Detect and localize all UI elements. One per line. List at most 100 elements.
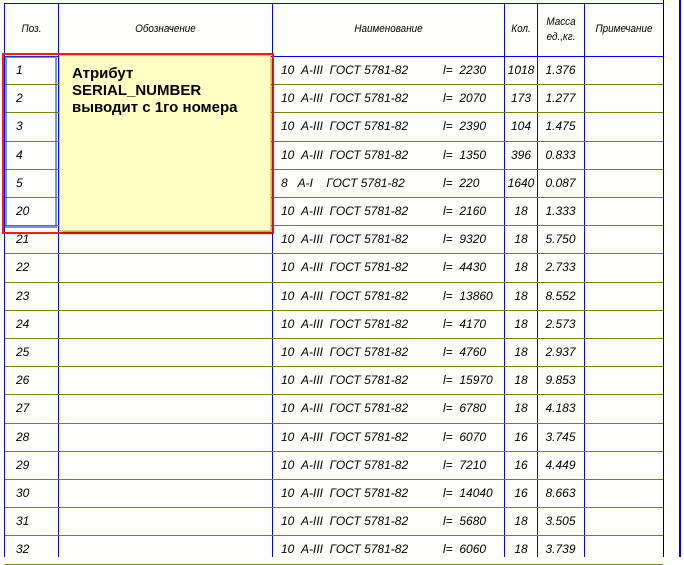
length-cell: l= 7210 [443,457,487,472]
name-cell: 8 А-I ГОСТ 5781-82 [281,175,405,190]
pos-cell: 28 [16,429,30,444]
name-cell: 10 А-III ГОСТ 5781-82 [281,147,409,162]
length-cell: l= 4760 [443,345,487,359]
name-cell: 10 А-III ГОСТ 5781-82 [281,373,409,388]
qty-cell: 18 [514,232,528,247]
qty-cell: 18 [514,401,528,416]
length-cell: l= 14040 [443,486,493,500]
frame-border [663,0,664,557]
qty-cell: 18 [514,260,528,275]
name-cell: 10 А-III ГОСТ 5781-82 [281,345,409,359]
pos-cell: 22 [16,260,30,275]
length-cell: l= 2230 [443,63,487,77]
table-row: 23 10 А-III ГОСТ 5781-82 l= 13860 18 8.552 [0,282,663,310]
pos-cell: 30 [16,486,30,500]
annotation-callout: Атрибут SERIAL_NUMBER выводит с 1го номе… [59,55,271,231]
frame-border [679,0,681,557]
mass-cell: 3.739 [545,542,576,557]
table-row: 27 10 А-III ГОСТ 5781-82 l= 6780 18 4.183 [0,394,663,422]
length-cell: l= 1350 [443,147,487,162]
qty-cell: 1018 [507,63,535,77]
mass-cell: 4.183 [545,401,576,416]
length-cell: l= 6060 [443,542,487,557]
mass-cell: 1.475 [545,119,576,134]
pos-cell: 29 [16,457,30,472]
mass-cell: 3.745 [545,429,576,444]
length-cell: l= 220 [443,175,480,190]
name-cell: 10 А-III ГОСТ 5781-82 [281,486,409,500]
name-cell: 10 А-III ГОСТ 5781-82 [281,288,409,303]
table-row: 29 10 А-III ГОСТ 5781-82 l= 7210 16 4.449 [0,451,663,479]
table-row: 22 10 А-III ГОСТ 5781-82 l= 4430 18 2.733 [0,253,663,281]
pos-cell: 24 [16,316,30,331]
qty-cell: 18 [514,345,528,359]
pos-cell: 25 [16,345,30,359]
name-cell: 10 А-III ГОСТ 5781-82 [281,91,409,106]
header-note: Примечание [595,23,653,35]
pos-cell: 26 [16,373,30,388]
qty-cell: 104 [510,119,532,134]
qty-cell: 396 [510,147,532,162]
callout-text: Атрибут SERIAL_NUMBER выводит с 1го номе… [72,65,238,116]
pos-column-selection [5,56,57,228]
qty-cell: 18 [514,542,528,557]
header-designation: Обозначение [135,23,196,35]
length-cell: l= 2390 [443,119,487,134]
mass-cell: 2.937 [545,345,576,359]
table-row: 32 10 А-III ГОСТ 5781-82 l= 6060 18 3.739 [0,535,663,563]
mass-cell: 0.087 [545,175,576,190]
name-cell: 10 А-III ГОСТ 5781-82 [281,204,409,218]
qty-cell: 18 [514,373,528,388]
pos-cell: 32 [16,542,30,557]
table-row: 30 10 А-III ГОСТ 5781-82 l= 14040 16 8.663 [0,479,663,507]
length-cell: l= 4170 [443,316,487,331]
pos-cell: 23 [16,288,30,303]
mass-cell: 2.733 [545,260,576,275]
specification-table: Поз. Обозначение Наименование Кол. Масса… [0,0,684,565]
qty-cell: 18 [514,204,528,218]
table-row: 25 10 А-III ГОСТ 5781-82 l= 4760 18 2.937 [0,338,663,366]
name-cell: 10 А-III ГОСТ 5781-82 [281,542,409,557]
table-row: 24 10 А-III ГОСТ 5781-82 l= 4170 18 2.573 [0,310,663,338]
qty-cell: 16 [514,486,528,500]
name-cell: 10 А-III ГОСТ 5781-82 [281,514,409,529]
qty-cell: 18 [514,514,528,529]
qty-cell: 16 [514,457,528,472]
length-cell: l= 6780 [443,401,487,416]
pos-cell: 31 [16,514,30,529]
table-row: 26 10 А-III ГОСТ 5781-82 l= 15970 18 9.853 [0,366,663,394]
qty-cell: 18 [514,316,528,331]
length-cell: l= 6070 [443,429,487,444]
mass-cell: 5.750 [545,232,576,247]
length-cell: l= 15970 [443,373,493,388]
name-cell: 10 А-III ГОСТ 5781-82 [281,429,409,444]
qty-cell: 173 [510,91,532,106]
qty-cell: 18 [514,288,528,303]
header-mass: Масса ед.,кг. [546,15,576,43]
header-qty: Кол. [511,23,531,35]
name-cell: 10 А-III ГОСТ 5781-82 [281,260,409,275]
header-name: Наименование [354,23,423,35]
name-cell: 10 А-III ГОСТ 5781-82 [281,316,409,331]
length-cell: l= 2160 [443,204,487,218]
name-cell: 10 А-III ГОСТ 5781-82 [281,401,409,416]
mass-cell: 8.663 [545,486,576,500]
length-cell: l= 13860 [443,288,493,303]
mass-cell: 0.833 [545,147,576,162]
table-row: 28 10 А-III ГОСТ 5781-82 l= 6070 16 3.745 [0,423,663,451]
header-pos: Поз. [21,23,42,35]
table-row: 31 10 А-III ГОСТ 5781-82 l= 5680 18 3.505 [0,507,663,535]
qty-cell: 1640 [507,175,535,190]
length-cell: l= 5680 [443,514,487,529]
length-cell: l= 2070 [443,91,487,106]
name-cell: 10 А-III ГОСТ 5781-82 [281,119,409,134]
mass-cell: 3.505 [545,514,576,529]
mass-cell: 1.277 [545,91,576,106]
length-cell: l= 9320 [443,232,487,247]
mass-cell: 8.552 [545,288,576,303]
length-cell: l= 4430 [443,260,487,275]
pos-cell: 27 [16,401,30,416]
mass-cell: 9.853 [545,373,576,388]
mass-cell: 1.333 [545,204,576,218]
name-cell: 10 А-III ГОСТ 5781-82 [281,457,409,472]
